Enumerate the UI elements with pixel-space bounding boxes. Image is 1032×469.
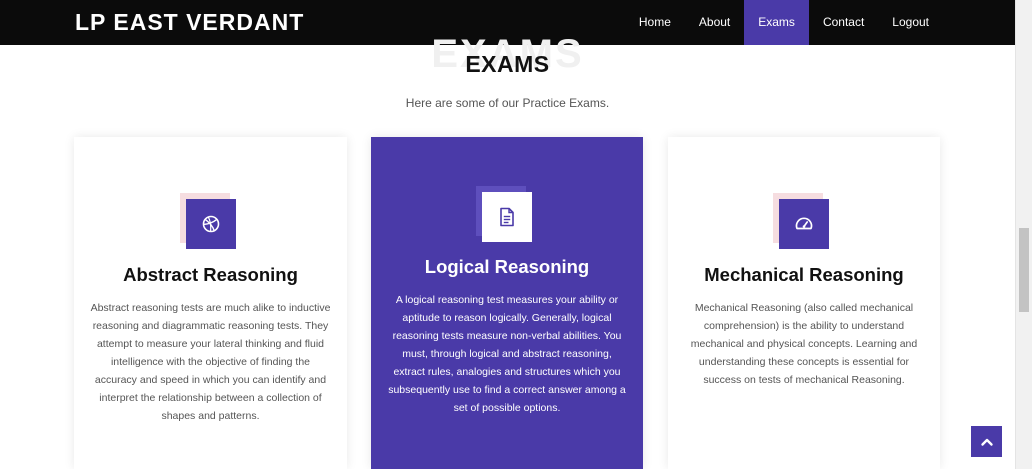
page-scrollbar[interactable] — [1015, 0, 1032, 469]
section-subtitle: Here are some of our Practice Exams. — [405, 96, 610, 110]
card-description: A logical reasoning test measures your a… — [388, 294, 626, 414]
card-icon-container — [476, 186, 534, 244]
exam-card-abstract[interactable]: Abstract Reasoning Abstract reasoning te… — [74, 137, 347, 469]
dribbble-ball-icon — [185, 199, 236, 249]
card-title[interactable]: Abstract Reasoning — [74, 264, 347, 286]
back-to-top-button[interactable] — [971, 426, 1002, 457]
exam-card-mechanical[interactable]: Mechanical Reasoning Mechanical Reasonin… — [668, 137, 940, 469]
speedometer-icon — [779, 199, 829, 249]
card-icon-container — [773, 193, 831, 251]
card-icon-container — [179, 193, 238, 251]
card-title[interactable]: Logical Reasoning — [371, 256, 643, 278]
chevron-up-icon — [980, 438, 993, 446]
scrollbar-thumb[interactable] — [1019, 228, 1029, 312]
card-title[interactable]: Mechanical Reasoning — [668, 264, 940, 286]
card-description: Abstract reasoning tests are much alike … — [90, 302, 331, 422]
card-description: Mechanical Reasoning (also called mechan… — [690, 302, 918, 386]
document-icon — [482, 192, 532, 242]
exam-card-logical[interactable]: Logical Reasoning A logical reasoning te… — [371, 137, 643, 469]
section-title: EXAMS — [465, 51, 550, 77]
